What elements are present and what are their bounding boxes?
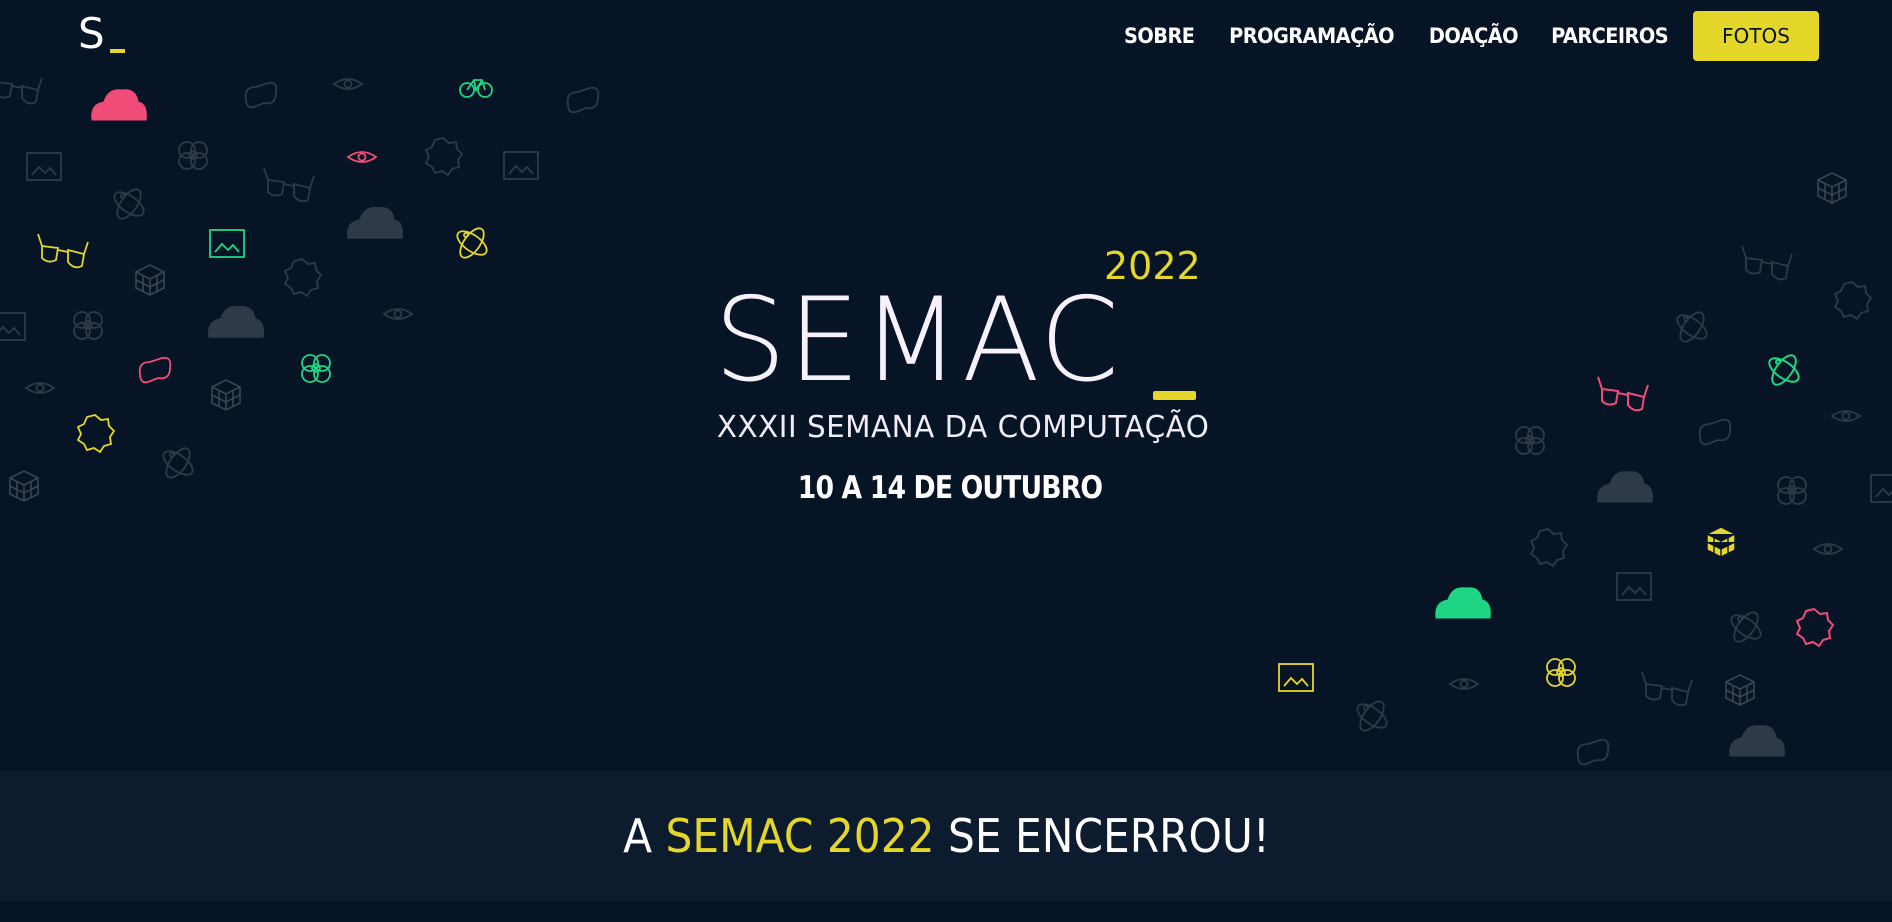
nav-doacao[interactable]: DOAÇÃO xyxy=(1429,24,1519,48)
nav-parceiros[interactable]: PARCEIROS xyxy=(1551,24,1669,48)
hero-subtitle: XXXII SEMANA DA COMPUTAÇÃO xyxy=(716,410,1210,445)
banner-highlight: SEMAC 2022 xyxy=(665,809,935,863)
main-nav: SOBRE PROGRAMAÇÃO DOAÇÃO PARCEIROS FOTOS xyxy=(1121,11,1819,61)
fotos-button[interactable]: FOTOS xyxy=(1693,11,1819,61)
closing-banner: A SEMAC 2022 SE ENCERROU! xyxy=(0,771,1892,901)
logo[interactable]: S xyxy=(78,9,130,58)
hero-dates: 10 A 14 DE OUTUBRO xyxy=(797,470,1103,506)
banner-suffix: SE ENCERROU! xyxy=(947,809,1270,863)
hero-title: SEMAC xyxy=(714,273,1122,408)
logo-cursor xyxy=(110,49,125,53)
closing-banner-text: A SEMAC 2022 SE ENCERROU! xyxy=(623,809,1270,863)
page-bottom xyxy=(0,901,1892,922)
nav-programacao[interactable]: PROGRAMAÇÃO xyxy=(1229,24,1394,48)
banner-prefix: A xyxy=(622,809,652,863)
logo-letter: S xyxy=(78,9,105,58)
page: S SOBRE PROGRAMAÇÃO DOAÇÃO PARCEIROS FOT… xyxy=(0,0,1892,922)
hero-cursor xyxy=(1153,391,1196,400)
nav-sobre[interactable]: SOBRE xyxy=(1124,24,1195,48)
